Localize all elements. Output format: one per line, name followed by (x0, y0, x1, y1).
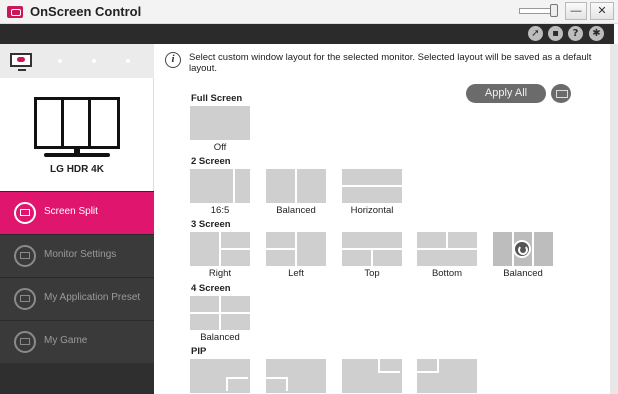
layout-3-screen-balanced[interactable] (493, 232, 553, 266)
section-title-full-screen: Full Screen (191, 93, 243, 104)
section-title-pip: PIP (191, 346, 207, 357)
monitor-tab-dot[interactable] (126, 59, 130, 63)
monitor-illustration-icon (34, 97, 120, 149)
minimize-button[interactable]: — (565, 2, 587, 20)
info-icon: i (165, 52, 181, 68)
scrollbar[interactable] (610, 44, 618, 394)
layout-2-screen-balanced[interactable] (266, 169, 326, 203)
monitor-name: LG HDR 4K (50, 164, 104, 175)
screen-split-icon (14, 202, 36, 224)
layout-3-screen-right[interactable] (190, 232, 250, 266)
keyboard-shortcut-button[interactable] (551, 84, 571, 103)
section-title-4-screen: 4 Screen (191, 283, 231, 294)
help-icon[interactable]: ? (568, 26, 583, 41)
close-button[interactable]: ✕ (590, 2, 614, 20)
layout-full-screen-off[interactable] (190, 106, 250, 140)
sidebar-item-screen-split[interactable]: Screen Split (0, 191, 154, 234)
monitor-tab-dot[interactable] (92, 59, 96, 63)
layout-3-screen-top[interactable] (342, 232, 402, 266)
sidebar-item-monitor-settings[interactable]: Monitor Settings (0, 234, 154, 277)
layout-label: Right (208, 268, 232, 279)
layout-pip-bottom-left[interactable] (266, 359, 326, 393)
layout-pip-bottom-right[interactable] (190, 359, 250, 393)
sidebar-item-label: My Application Preset (44, 292, 141, 303)
layout-label: 16:5 (210, 205, 230, 216)
monitor-tab-active-icon[interactable] (10, 53, 32, 67)
layout-3-screen-bottom[interactable] (417, 232, 477, 266)
sidebar-item-label: Screen Split (44, 206, 98, 217)
title-bar: OnScreen Control — ✕ (0, 0, 618, 24)
layout-label: Top (364, 268, 380, 279)
layout-label: Balanced (276, 205, 316, 216)
monitor-tab-dot[interactable] (58, 59, 62, 63)
selected-check-icon (513, 240, 531, 258)
layout-label: Balanced (200, 332, 240, 343)
info-message: Select custom window layout for the sele… (189, 52, 592, 74)
layout-label: Bottom (431, 268, 463, 279)
layout-3-screen-left[interactable] (266, 232, 326, 266)
window-title: OnScreen Control (30, 4, 142, 19)
sidebar: LG HDR 4K Screen Split Monitor Settings … (0, 44, 154, 394)
section-title-3-screen: 3 Screen (191, 219, 231, 230)
layout-label: Balanced (503, 268, 543, 279)
layout-pip-top-right[interactable] (342, 359, 402, 393)
sidebar-item-label: My Game (44, 335, 88, 346)
sidebar-item-my-application-preset[interactable]: My Application Preset (0, 277, 154, 320)
layout-4-screen-balanced[interactable] (190, 296, 250, 330)
gamepad-icon (14, 331, 36, 353)
toolbar: ➚ ▪ ? ✱ (0, 24, 614, 44)
layout-pip-top-left[interactable] (417, 359, 477, 393)
layout-label: Off (213, 142, 227, 153)
cursor-icon[interactable]: ➚ (528, 26, 543, 41)
application-preset-icon (14, 288, 36, 310)
section-title-2-screen: 2 Screen (191, 156, 231, 167)
sidebar-item-label: Monitor Settings (44, 249, 117, 260)
monitor-stand (18, 69, 26, 71)
layout-label: Left (288, 268, 304, 279)
sidebar-item-my-game[interactable]: My Game (0, 320, 154, 363)
app-logo-icon (7, 6, 23, 18)
monitor-icon[interactable]: ▪ (548, 26, 563, 41)
layout-label: Horizontal (350, 205, 394, 216)
opacity-slider-handle[interactable] (550, 4, 558, 17)
apply-all-button[interactable]: Apply All (466, 84, 546, 103)
layout-2-screen-16-5[interactable] (190, 169, 250, 203)
settings-icon[interactable]: ✱ (589, 26, 604, 41)
monitor-selector (0, 44, 154, 78)
layout-2-screen-horizontal[interactable] (342, 169, 402, 203)
monitor-settings-icon (14, 245, 36, 267)
